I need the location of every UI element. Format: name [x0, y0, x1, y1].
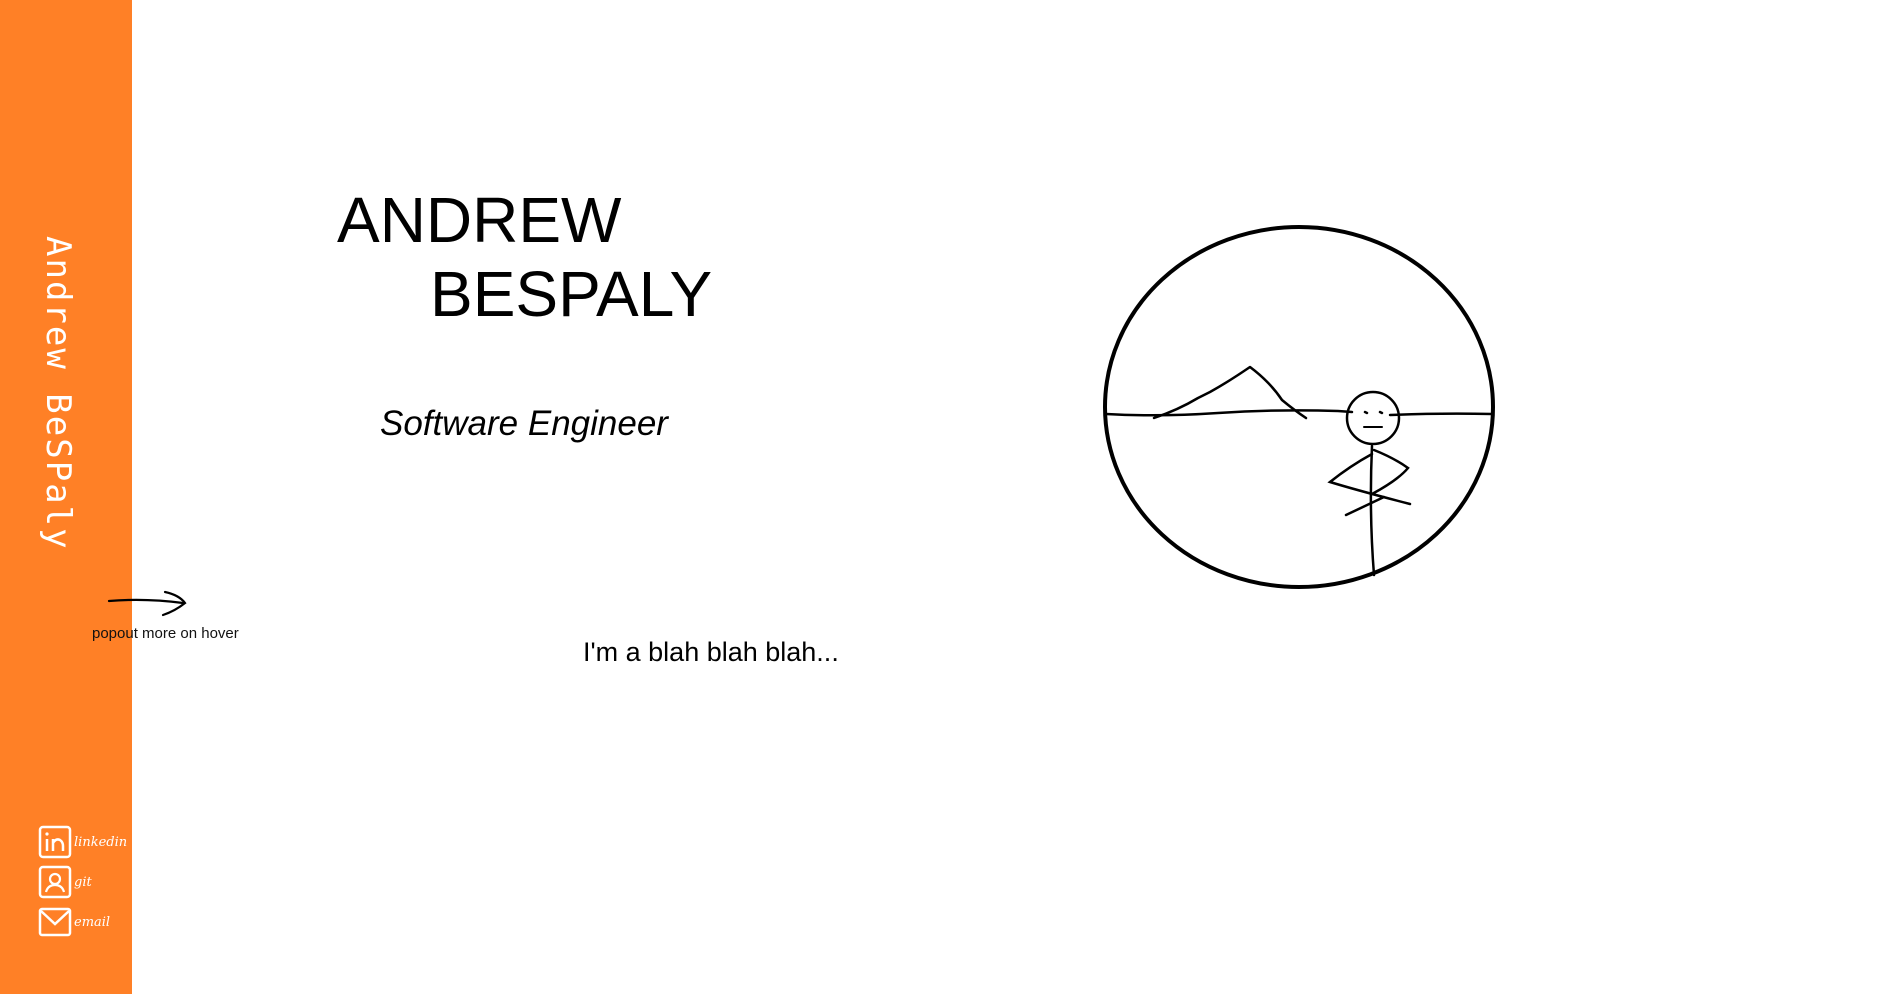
arrow-right-icon: [107, 590, 187, 617]
linkedin-icon: [38, 825, 72, 859]
linkedin-label: linkedin: [74, 834, 128, 850]
name-heading-line1: ANDREW: [337, 184, 622, 256]
bio-text: I'm a blah blah blah...: [583, 637, 839, 667]
social-links: linkedin git email: [38, 822, 130, 942]
mail-icon: [38, 907, 72, 937]
email-label: email: [74, 914, 111, 930]
github-icon: [38, 865, 72, 899]
portrait-drawing: [1103, 225, 1495, 589]
linkedin-link[interactable]: linkedin: [38, 822, 130, 862]
sidebar-name-text: Andrew BeSPaly: [38, 236, 78, 551]
sidebar[interactable]: Andrew BeSPaly linkedin git email: [0, 0, 132, 994]
name-heading-line2: BESPALY: [430, 258, 713, 330]
job-title: Software Engineer: [380, 404, 668, 443]
github-label: git: [74, 874, 92, 890]
github-link[interactable]: git: [38, 862, 130, 902]
hover-hint: popout more on hover: [92, 625, 239, 642]
page: Andrew BeSPaly linkedin git email popout…: [0, 0, 1881, 994]
sidebar-name: Andrew BeSPaly: [8, 236, 88, 551]
email-link[interactable]: email: [38, 902, 130, 942]
